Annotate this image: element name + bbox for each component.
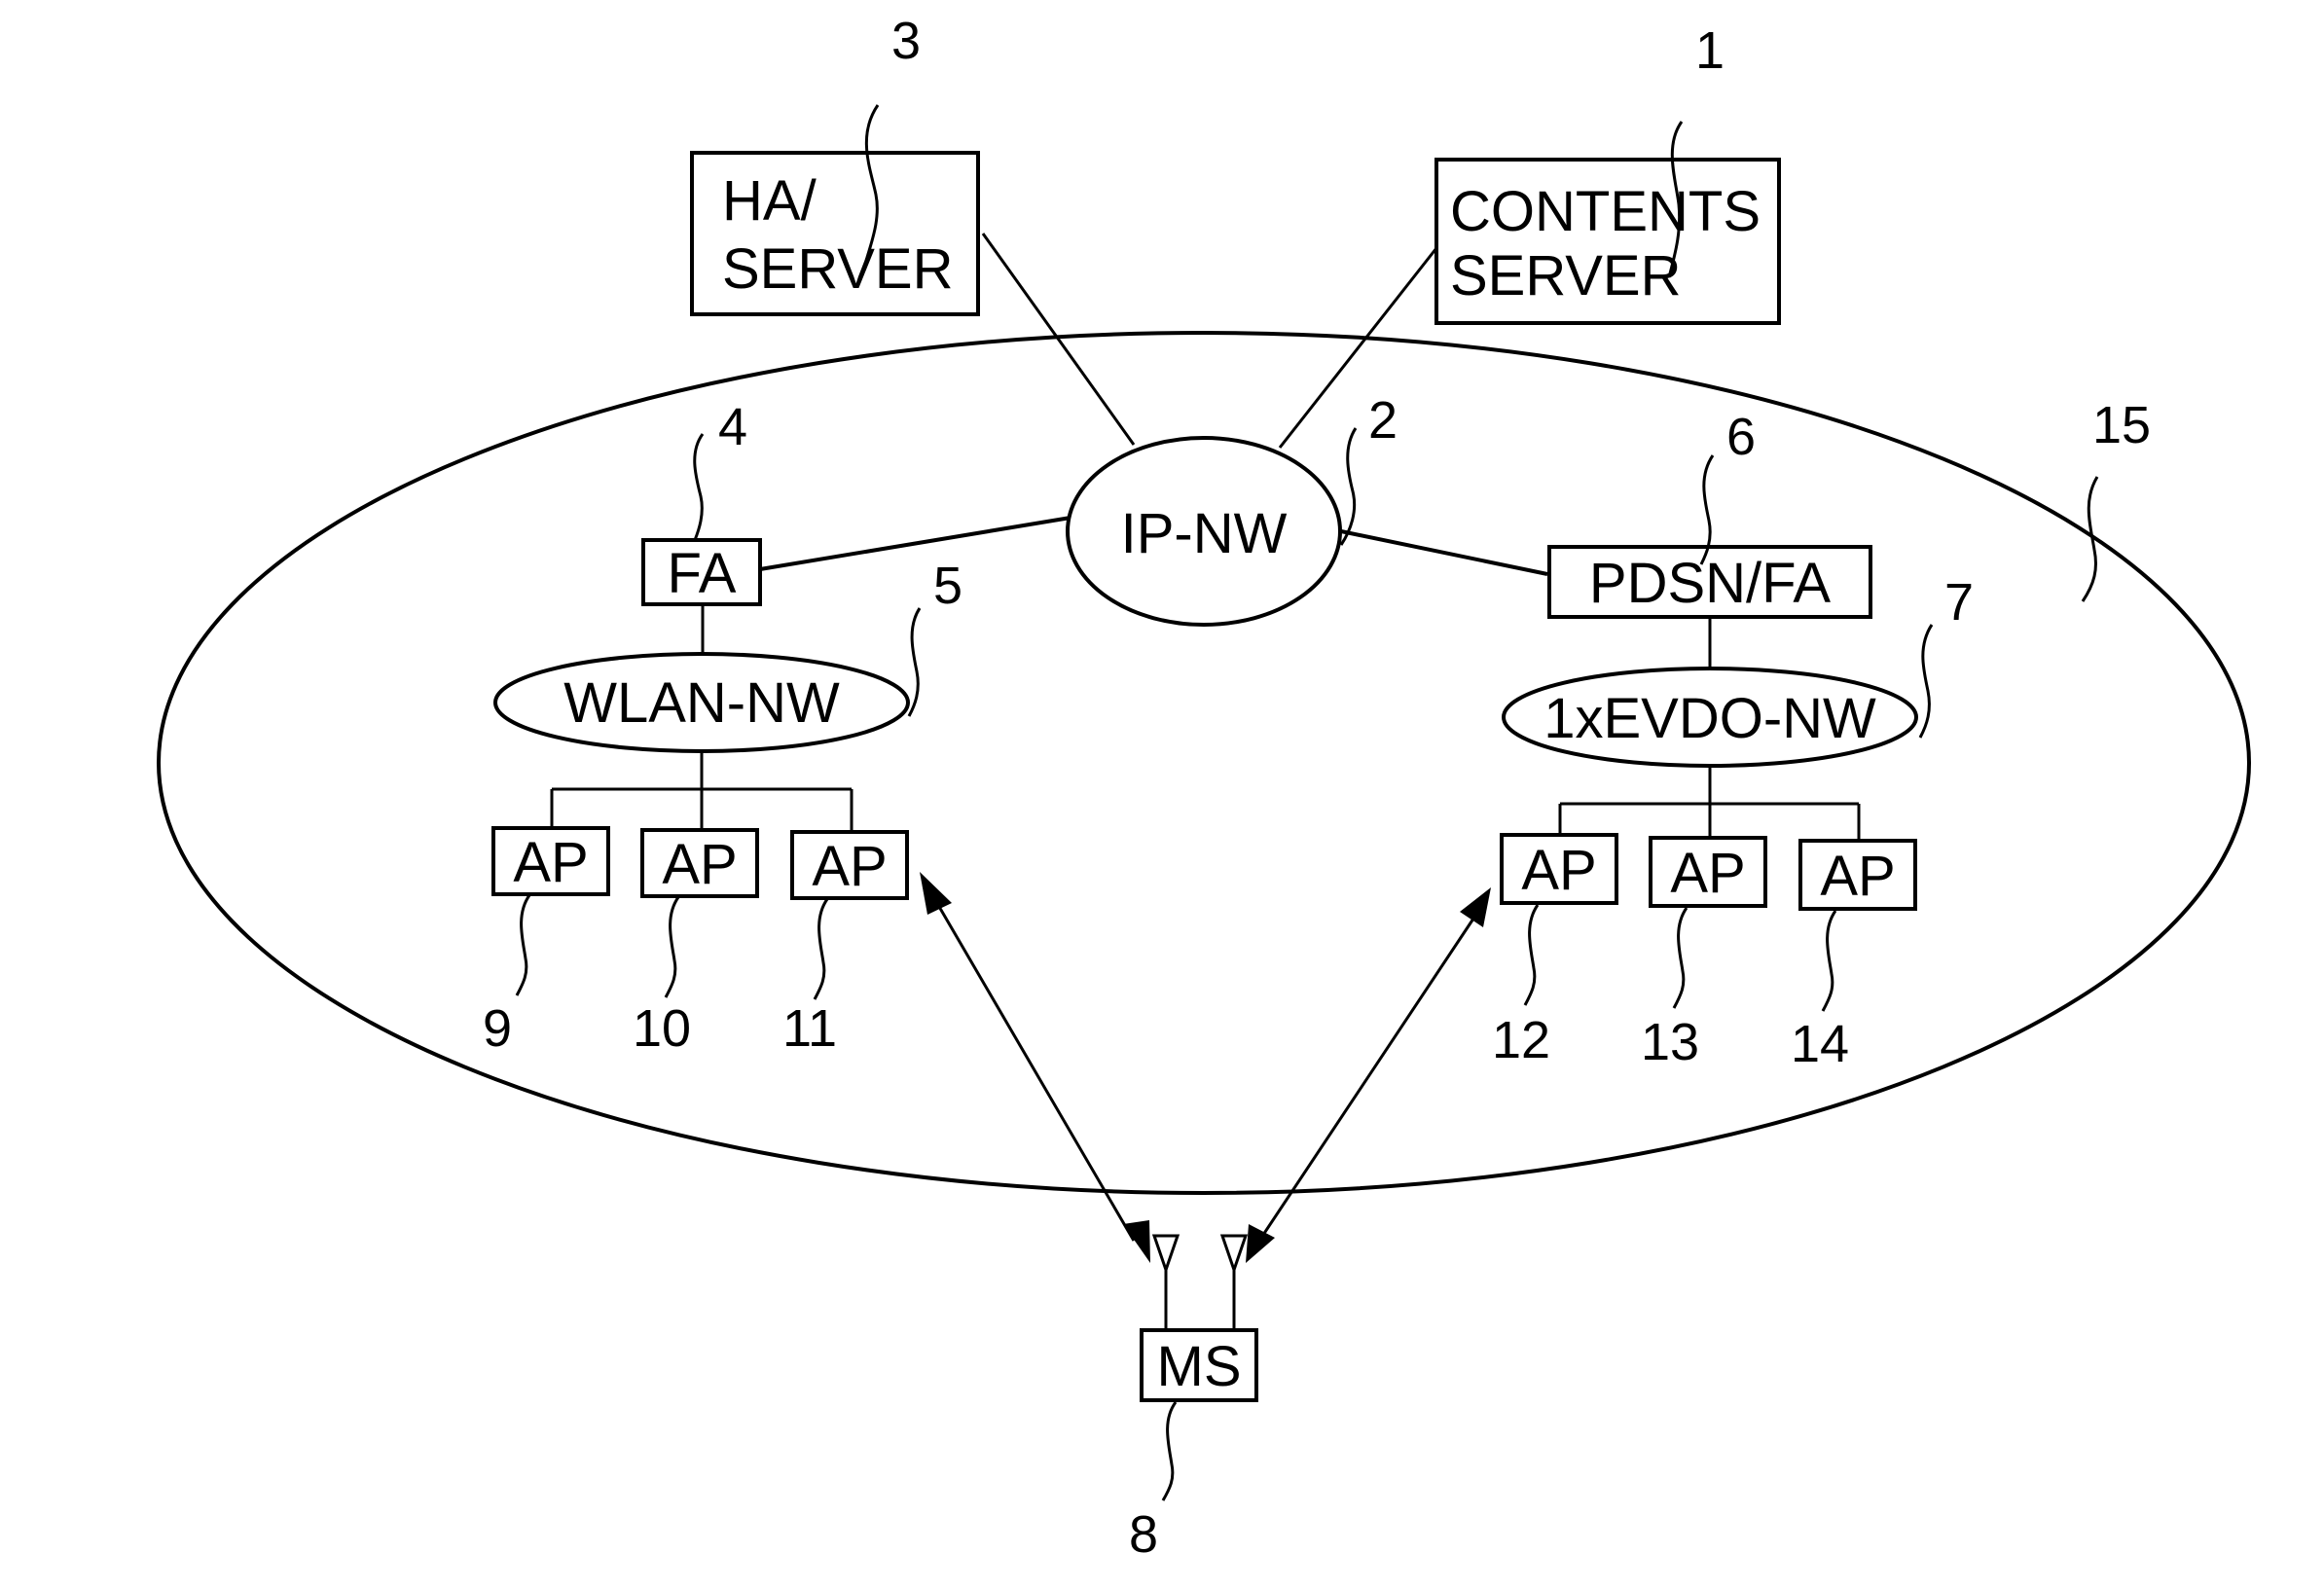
evdo-ap-12[interactable]: AP (1500, 833, 1618, 905)
evdo-ap-tree (1558, 766, 1861, 841)
ha-server-node[interactable]: HA/ SERVER (690, 151, 980, 316)
contents-server-node[interactable]: CONTENTS SERVER (1434, 158, 1781, 325)
ref-12: 12 (1492, 1011, 1550, 1069)
edge-fa-to-ipnw (759, 516, 1071, 571)
fa-node[interactable]: FA (641, 538, 762, 606)
wlan-ap-10[interactable]: AP (640, 828, 759, 898)
leader-5 (907, 607, 922, 717)
pdsn-fa-label: PDSN/FA (1589, 552, 1831, 615)
ms-node[interactable]: MS (1140, 1234, 1258, 1402)
ref-2: 2 (1368, 391, 1398, 450)
leader-8 (1161, 1401, 1178, 1501)
wlan-ap-9-label: AP (513, 831, 588, 894)
ip-nw-node[interactable]: IP-NW (1066, 436, 1342, 627)
wlan-ap-10-label: AP (662, 833, 737, 896)
leader-11 (813, 898, 829, 1000)
evdo-ap-14-label: AP (1820, 845, 1895, 908)
evdo-ap-13-label: AP (1670, 842, 1745, 905)
wlan-ap-11-label: AP (812, 835, 887, 898)
arrowhead-down-icon (1246, 1224, 1275, 1263)
leader-12 (1523, 904, 1540, 1006)
ref-6: 6 (1726, 408, 1756, 466)
evdo-ap-12-label: AP (1521, 839, 1596, 902)
fa-label: FA (668, 542, 737, 605)
wlan-nw-label: WLAN-NW (563, 671, 840, 735)
ref-14: 14 (1791, 1015, 1849, 1073)
ref-13: 13 (1641, 1013, 1699, 1071)
edge-pdsnfa-to-ipnw (1340, 529, 1548, 576)
ip-nw-label: IP-NW (1121, 502, 1288, 565)
wlan-ap-9[interactable]: AP (491, 826, 610, 896)
wireless-link-wlan (920, 872, 1150, 1263)
evdo-nw-label: 1xEVDO-NW (1543, 687, 1876, 750)
ref-10: 10 (633, 999, 691, 1058)
evdo-ap-13[interactable]: AP (1649, 836, 1767, 908)
ref-5: 5 (933, 557, 962, 615)
arrowhead-up-icon (920, 872, 952, 915)
edge-contents-to-ipnw (1278, 247, 1438, 449)
leader-7 (1918, 624, 1934, 739)
wlan-nw-node[interactable]: WLAN-NW (493, 652, 910, 753)
leader-9 (515, 894, 531, 996)
leader-4 (693, 433, 705, 541)
leader-2 (1339, 427, 1358, 546)
wlan-ap-11[interactable]: AP (790, 830, 909, 900)
ref-1: 1 (1695, 21, 1725, 80)
ha-server-label-line2: SERVER (722, 237, 953, 301)
ms-label: MS (1157, 1335, 1242, 1398)
arrowhead-down-icon (1123, 1220, 1150, 1263)
ref-11: 11 (782, 999, 837, 1058)
pdsn-fa-node[interactable]: PDSN/FA (1547, 545, 1872, 619)
network-diagram: HA/ SERVER CONTENTS SERVER IP-NW FA WLAN… (157, 12, 2251, 1564)
evdo-ap-14[interactable]: AP (1798, 839, 1917, 911)
contents-server-label-line2: SERVER (1450, 244, 1681, 307)
ref-4: 4 (718, 398, 747, 456)
ref-3: 3 (891, 12, 921, 70)
wireless-link-evdo (1246, 887, 1491, 1263)
ref-15: 15 (2092, 396, 2151, 454)
leader-13 (1672, 907, 1689, 1009)
ref-7: 7 (1944, 573, 1974, 632)
wlan-ap-tree (550, 751, 853, 832)
arrowhead-up-icon (1460, 887, 1491, 927)
antenna-left-icon (1151, 1234, 1180, 1275)
leader-10 (664, 896, 680, 998)
leader-14 (1821, 910, 1837, 1012)
evdo-nw-node[interactable]: 1xEVDO-NW (1502, 667, 1918, 768)
antenna-right-icon (1219, 1234, 1249, 1275)
contents-server-label-line1: CONTENTS (1450, 180, 1761, 243)
ref-8: 8 (1129, 1505, 1158, 1564)
ha-server-label-line1: HA/ (722, 169, 817, 233)
ref-9: 9 (483, 999, 512, 1058)
